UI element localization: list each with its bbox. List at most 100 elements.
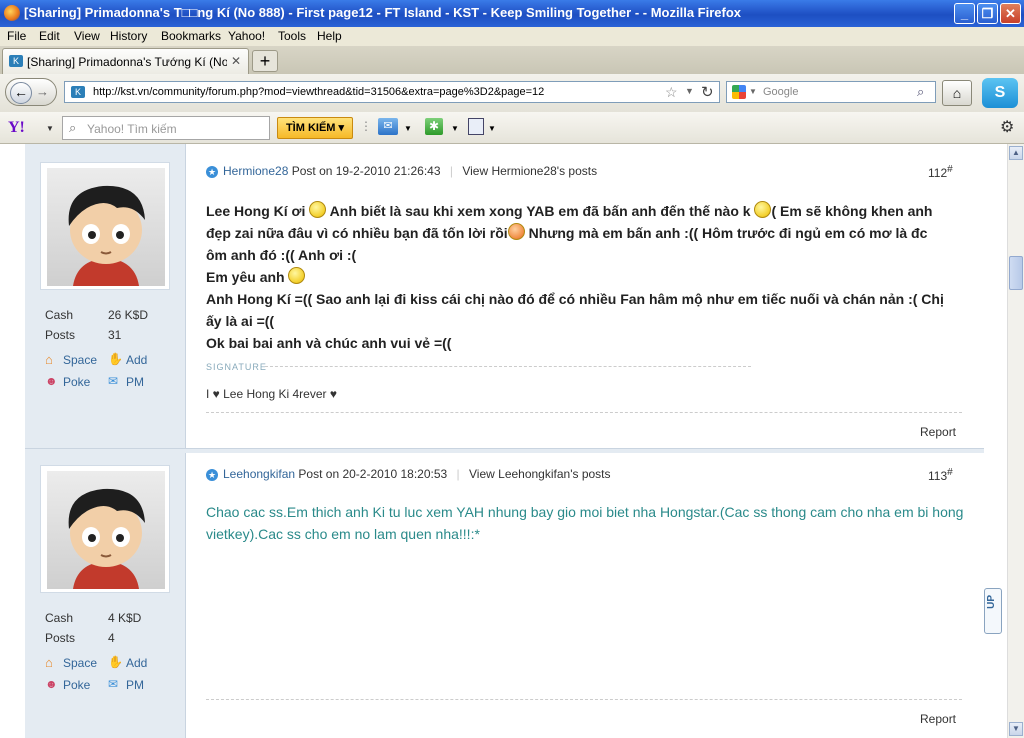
post-number[interactable]: 113# bbox=[928, 467, 953, 483]
avatar-frame[interactable] bbox=[40, 162, 170, 290]
settings-gear-icon[interactable]: ⚙ bbox=[1000, 117, 1014, 137]
post-meta: Hermione28 Post on 19-2-2010 21:26:43 | … bbox=[223, 164, 597, 178]
body-line-3: ôm anh đó :(( Anh ơi :( bbox=[206, 247, 357, 263]
meta-separator: | bbox=[449, 164, 453, 178]
sad-emoticon-icon bbox=[754, 201, 772, 218]
space-link[interactable]: Space bbox=[63, 353, 97, 367]
avatar-frame[interactable] bbox=[40, 465, 170, 593]
close-icon: ✕ bbox=[1005, 6, 1016, 21]
new-tab-button[interactable]: + bbox=[252, 50, 278, 72]
body-text-1a: Lee Hong Kí ơi bbox=[206, 203, 306, 219]
pm-mail-icon: ✉ bbox=[108, 677, 119, 691]
plus-icon: + bbox=[259, 51, 271, 71]
report-link[interactable]: Report bbox=[920, 425, 956, 439]
url-dropdown-icon[interactable]: ▼ bbox=[685, 86, 694, 96]
report-link[interactable]: Report bbox=[920, 712, 956, 726]
maximize-button[interactable]: ❐ bbox=[977, 3, 998, 24]
back-button[interactable]: ← bbox=[10, 82, 32, 104]
body-text-1b: Anh biết là sau khi xem xong YAB em đã b… bbox=[329, 203, 751, 219]
post-number[interactable]: 112# bbox=[928, 164, 953, 180]
mail-icon[interactable]: ✉ bbox=[378, 118, 398, 135]
body-line-7: Ok bai bai anh và chúc anh vui vẻ =(( bbox=[206, 335, 452, 351]
body-text-2a: đẹp zai nữa đâu vì có nhiều bạn đã tốn l… bbox=[206, 225, 508, 241]
yahoo-search-button[interactable]: TÌM KIẾM ▾ bbox=[277, 117, 353, 139]
add-friend-link[interactable]: Add bbox=[126, 353, 147, 367]
post-number-sup: # bbox=[947, 467, 953, 478]
menu-help[interactable]: Help bbox=[317, 29, 342, 43]
cartoon-boy-avatar-icon bbox=[68, 488, 145, 589]
author-link[interactable]: Hermione28 bbox=[223, 164, 288, 178]
window-title: [Sharing] Primadonna's T□□ng Kí (No 888)… bbox=[24, 5, 742, 20]
title-bar: [Sharing] Primadonna's T□□ng Kí (No 888)… bbox=[0, 0, 1024, 27]
messenger-icon[interactable]: ✱ bbox=[425, 118, 443, 135]
post-date: Post on 19-2-2010 21:26:43 bbox=[291, 164, 441, 178]
posts-value: 4 bbox=[108, 631, 115, 645]
skype-icon[interactable]: S bbox=[982, 78, 1018, 108]
space-link[interactable]: Space bbox=[63, 656, 97, 670]
smile-emoticon-icon bbox=[288, 267, 306, 284]
google-icon[interactable] bbox=[732, 85, 746, 99]
yahoo-search-icon: ⌕ bbox=[69, 120, 77, 135]
menu-bookmarks[interactable]: Bookmarks bbox=[161, 29, 221, 43]
cash-value: 26 K$D bbox=[108, 308, 149, 322]
back-arrow-icon: ← bbox=[14, 84, 28, 100]
cash-label: Cash bbox=[45, 308, 74, 322]
home-icon: ⌂ bbox=[952, 85, 962, 101]
web-search-placeholder: Google bbox=[763, 86, 799, 98]
home-space-icon: ⌂ bbox=[45, 655, 53, 670]
firefox-logo-icon bbox=[4, 5, 20, 21]
bookmark-star-icon[interactable]: ☆ bbox=[665, 84, 678, 101]
pm-link[interactable]: PM bbox=[126, 678, 144, 692]
body-line-5: Anh Hong Kí =(( Sao anh lại đi kiss cái … bbox=[206, 291, 944, 307]
scroll-thumb[interactable] bbox=[1009, 256, 1023, 290]
url-bar[interactable]: K http://kst.vn/community/forum.php?mod=… bbox=[64, 81, 720, 103]
menu-yahoo[interactable]: Yahoo! bbox=[228, 29, 265, 43]
bookmarks-dropdown-icon[interactable]: ▼ bbox=[488, 124, 496, 133]
yahoo-logo[interactable]: Y! bbox=[8, 119, 25, 137]
page-gutter bbox=[0, 144, 25, 738]
author-link[interactable]: Leehongkifan bbox=[223, 467, 295, 481]
menu-view[interactable]: View bbox=[74, 29, 100, 43]
minimize-button[interactable]: _ bbox=[954, 3, 975, 24]
engine-dropdown-icon[interactable]: ▼ bbox=[749, 87, 757, 96]
add-friend-link[interactable]: Add bbox=[126, 656, 147, 670]
toolbar-grip-icon[interactable]: ⋮ bbox=[360, 119, 372, 133]
scroll-down-arrow-icon[interactable]: ▼ bbox=[1009, 722, 1023, 736]
pm-link[interactable]: PM bbox=[126, 375, 144, 389]
url-text[interactable]: http://kst.vn/community/forum.php?mod=vi… bbox=[93, 86, 544, 98]
forward-button[interactable]: → bbox=[36, 84, 49, 99]
web-search-box[interactable]: ▼ Google ⌕ bbox=[726, 81, 936, 103]
view-posts-link[interactable]: View Leehongkifan's posts bbox=[469, 467, 611, 481]
post-meta: Leehongkifan Post on 20-2-2010 18:20:53 … bbox=[223, 467, 611, 481]
body-text-1c: ( Em sẽ không khen anh bbox=[771, 203, 933, 219]
up-label: UP bbox=[986, 595, 997, 609]
bookmarks-icon[interactable] bbox=[468, 118, 484, 135]
post-sidebar: Cash 4 K$D Posts 4 ⌂ Space ✋ Add ☻ Poke … bbox=[25, 453, 186, 738]
home-button[interactable]: ⌂ bbox=[942, 80, 972, 106]
close-button[interactable]: ✕ bbox=[1000, 3, 1021, 24]
menu-file[interactable]: File bbox=[7, 29, 26, 43]
tab-close-icon[interactable]: ✕ bbox=[231, 54, 241, 68]
vertical-scrollbar[interactable]: ▲ ▼ bbox=[1007, 144, 1024, 738]
poke-link[interactable]: Poke bbox=[63, 375, 90, 389]
scroll-up-arrow-icon[interactable]: ▲ bbox=[1009, 146, 1023, 160]
menu-history[interactable]: History bbox=[110, 29, 147, 43]
post-112: Cash 26 K$D Posts 31 ⌂ Space ✋ Add ☻ Pok… bbox=[25, 144, 984, 449]
post-number-sup: # bbox=[947, 164, 953, 175]
poke-link[interactable]: Poke bbox=[63, 678, 90, 692]
yahoo-search-input[interactable]: ⌕ Yahoo! Tìm kiếm bbox=[62, 116, 270, 140]
search-magnifier-icon[interactable]: ⌕ bbox=[917, 84, 924, 100]
messenger-dropdown-icon[interactable]: ▼ bbox=[451, 124, 459, 133]
scroll-up-button[interactable]: UP bbox=[984, 588, 1002, 634]
avatar bbox=[47, 471, 165, 589]
menu-edit[interactable]: Edit bbox=[39, 29, 60, 43]
tab-active[interactable]: K [Sharing] Primadonna's Tướng Kí (No 88… bbox=[2, 48, 249, 74]
yahoo-menu-dropdown-icon[interactable]: ▼ bbox=[46, 124, 54, 133]
view-posts-link[interactable]: View Hermione28's posts bbox=[462, 164, 597, 178]
menu-tools[interactable]: Tools bbox=[278, 29, 306, 43]
reload-icon[interactable]: ↻ bbox=[701, 83, 714, 101]
cartoon-boy-avatar-icon bbox=[68, 185, 145, 286]
signature-text: I ♥ Lee Hong Ki 4rever ♥ bbox=[206, 387, 337, 401]
body-line-6: ấy là ai =(( bbox=[206, 313, 275, 329]
mail-dropdown-icon[interactable]: ▼ bbox=[404, 124, 412, 133]
